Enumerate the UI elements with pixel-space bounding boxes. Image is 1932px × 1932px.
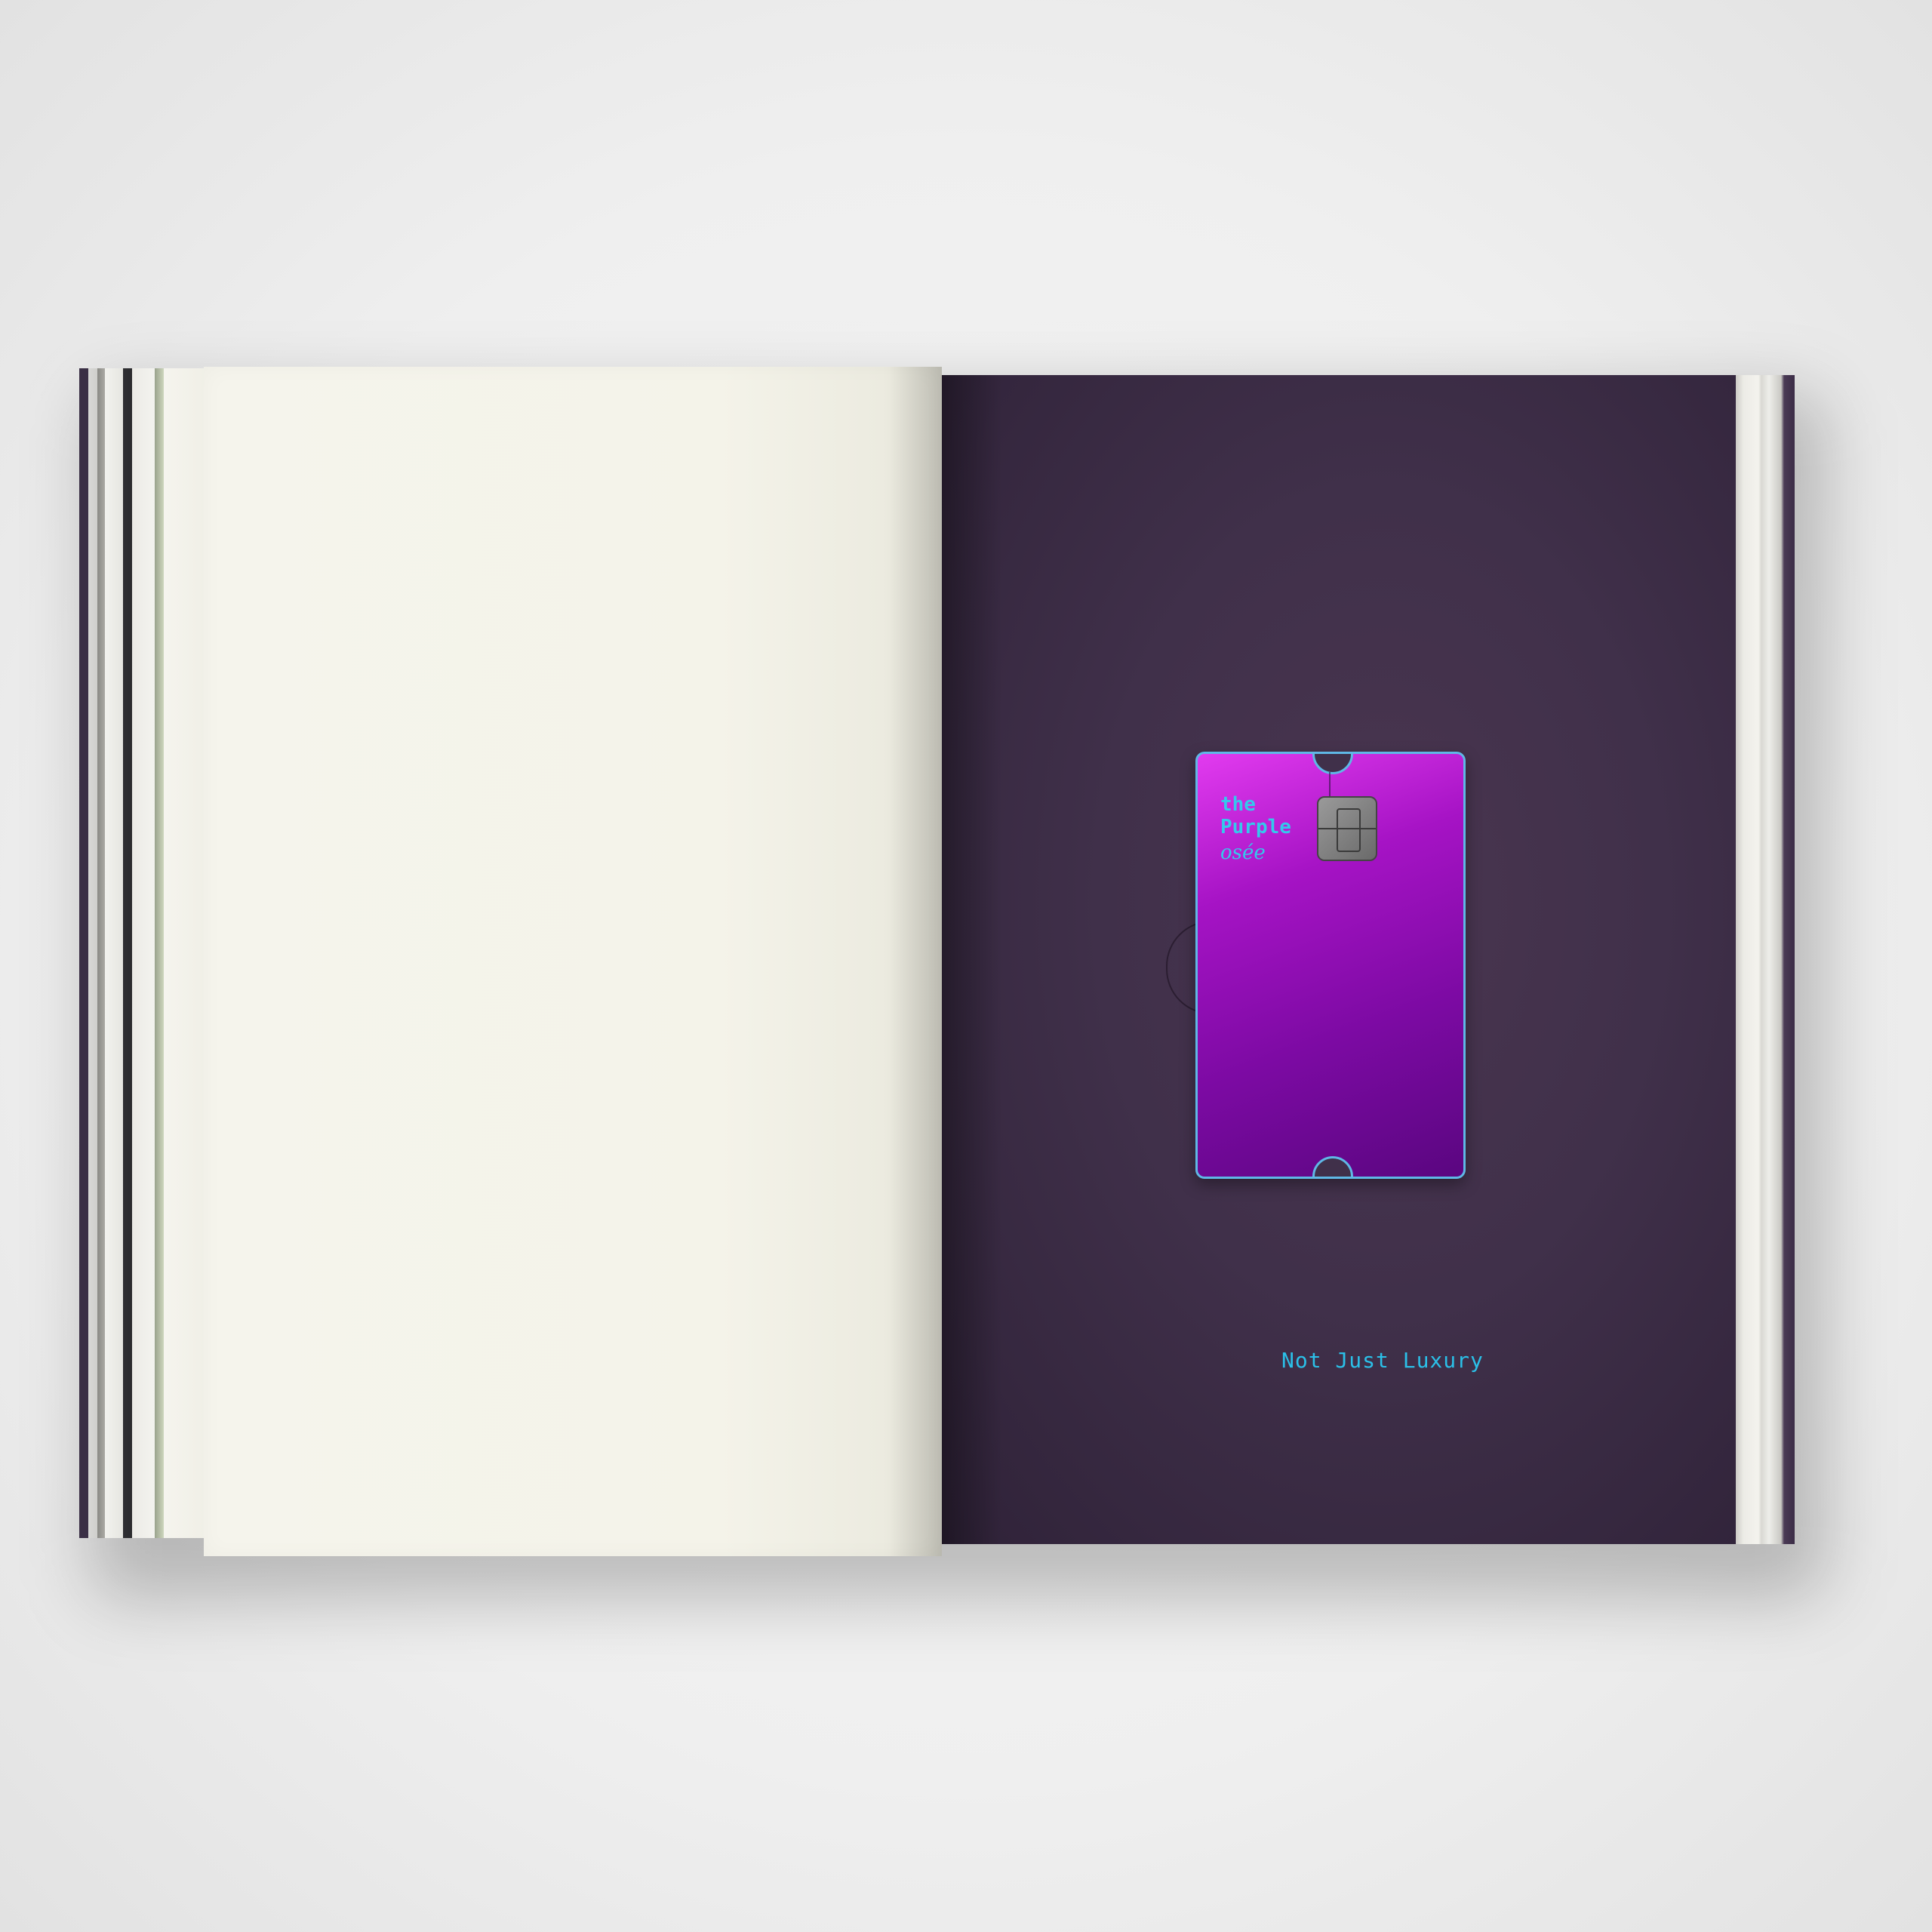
card-divider [1329, 772, 1331, 799]
card-brand-line1: the [1220, 793, 1256, 816]
left-page [204, 367, 942, 1556]
card-notch-bottom [1312, 1156, 1353, 1177]
card-script-logo: osée [1220, 841, 1266, 864]
credit-card: the Purple osée [1195, 752, 1466, 1179]
scene: the Purple osée Not Just Luxury [0, 0, 1932, 1932]
page-tagline: Not Just Luxury [1281, 1348, 1484, 1373]
card-brand-line2: Purple [1220, 816, 1291, 838]
card-notch-top [1312, 754, 1353, 774]
chip-icon [1317, 796, 1377, 861]
right-page-edges [1736, 375, 1795, 1544]
left-page-edges [79, 368, 208, 1538]
card-brand-text: the Purple [1220, 793, 1291, 838]
